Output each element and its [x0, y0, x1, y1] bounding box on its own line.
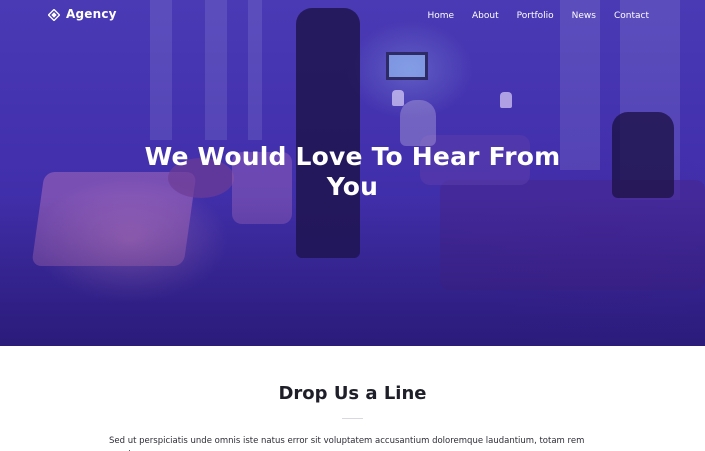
- contact-intro-section: Drop Us a Line Sed ut perspiciatis unde …: [0, 346, 705, 451]
- nav-item-about[interactable]: About: [472, 8, 499, 24]
- page: Agency Home About Portfolio News Contact…: [0, 0, 705, 451]
- nav-item-news[interactable]: News: [572, 8, 596, 24]
- window-pane: [150, 0, 172, 140]
- nav-item-home[interactable]: Home: [427, 8, 454, 24]
- seated-woman: [400, 100, 436, 146]
- window-pane: [560, 0, 600, 170]
- floor: [0, 196, 705, 346]
- main-nav: Home About Portfolio News Contact: [427, 8, 649, 24]
- title-divider: [342, 418, 363, 419]
- window-pane: [205, 0, 227, 140]
- seated-man: [612, 112, 674, 198]
- brand-name: Agency: [66, 7, 117, 21]
- hero-title: We Would Love To Hear From You: [144, 142, 561, 201]
- tv-screen: [386, 52, 428, 80]
- nav-item-contact[interactable]: Contact: [614, 8, 649, 24]
- window-pane: [248, 0, 262, 140]
- nav-item-portfolio[interactable]: Portfolio: [517, 8, 554, 24]
- section-paragraph: Sed ut perspiciatis unde omnis iste natu…: [109, 436, 585, 451]
- hero-section: Agency Home About Portfolio News Contact…: [0, 0, 705, 346]
- lamp: [500, 92, 512, 108]
- lamp: [392, 90, 404, 106]
- brand[interactable]: Agency: [47, 7, 117, 22]
- section-title: Drop Us a Line: [278, 383, 427, 404]
- diamond-logo-icon: [47, 8, 61, 22]
